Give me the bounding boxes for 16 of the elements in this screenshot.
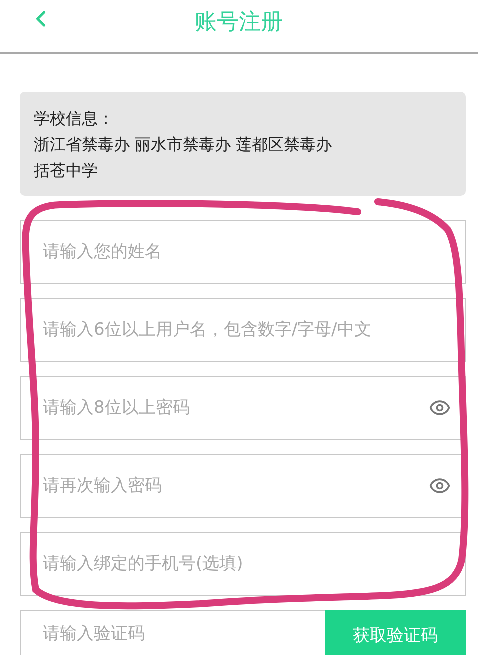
input-field[interactable]: 请输入验证码 bbox=[20, 610, 325, 655]
text-input[interactable]: 请再次输入密码 bbox=[41, 475, 429, 497]
input-field[interactable]: 请输入您的姓名 bbox=[20, 220, 466, 284]
text-input[interactable]: 请输入8位以上密码 bbox=[41, 397, 429, 419]
input-field[interactable]: 请输入8位以上密码 bbox=[20, 376, 466, 440]
text-input[interactable]: 请输入验证码 bbox=[41, 623, 311, 645]
input-field[interactable]: 请输入绑定的手机号(选填) bbox=[20, 532, 466, 596]
text-input[interactable]: 请输入您的姓名 bbox=[41, 241, 451, 263]
input-field[interactable]: 请输入6位以上用户名，包含数字/字母/中文 bbox=[20, 298, 466, 362]
text-input[interactable]: 请输入6位以上用户名，包含数字/字母/中文 bbox=[41, 319, 451, 341]
page-title: 账号注册 bbox=[195, 9, 283, 37]
text-input[interactable]: 请输入绑定的手机号(选填) bbox=[41, 553, 451, 575]
info-text: 括苍中学 bbox=[34, 160, 99, 182]
info-label: 学校信息： bbox=[34, 108, 115, 130]
info-text: 浙江省禁毒办 丽水市禁毒办 莲都区禁毒办 bbox=[34, 134, 334, 156]
get-code-button[interactable]: 获取验证码 bbox=[325, 610, 466, 655]
